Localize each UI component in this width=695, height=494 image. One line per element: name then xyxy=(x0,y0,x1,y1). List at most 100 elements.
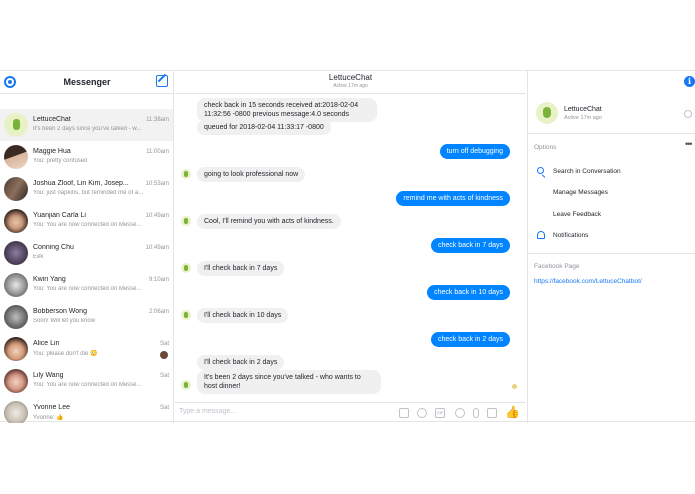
like-icon[interactable]: 👍 xyxy=(505,405,520,419)
conversation-time: 9:10am xyxy=(148,277,169,283)
conversation-preview: It's been 2 days since you've talked - w… xyxy=(33,126,142,132)
details-status: Active 17m ago xyxy=(564,115,602,121)
message-incoming: queued for 2018-02-04 11:33:17 -0800 xyxy=(197,120,331,135)
sidebar-title: Messenger xyxy=(63,77,111,87)
message-incoming: I'll check back in 10 days xyxy=(197,308,289,323)
conversation-time: Sat xyxy=(159,341,169,347)
avatar xyxy=(4,145,28,169)
message-input[interactable] xyxy=(179,408,379,415)
conversation-preview: Eek xyxy=(33,254,44,260)
conversation-item[interactable]: LettuceChat It's been 2 days since you'v… xyxy=(0,109,173,141)
conversation-preview: Yvonne: 👍 xyxy=(33,415,64,421)
conversation-name: Lily Wang xyxy=(33,372,64,379)
conversation-preview: You: just napkins, but reminded me of a.… xyxy=(33,190,144,196)
conversation-item[interactable]: Maggie Hua You: pretty confused 11:00am xyxy=(0,141,173,173)
avatar xyxy=(4,241,28,265)
more-icon[interactable]: ••• xyxy=(685,139,693,149)
seen-indicator xyxy=(512,384,517,389)
conversation-item[interactable]: Lily Wang You: You are now connected on … xyxy=(0,365,173,397)
conversation-time: 2:06am xyxy=(148,309,169,315)
settings-gear-icon[interactable] xyxy=(684,110,692,118)
message-incoming: Cool, I'll remind you with acts of kindn… xyxy=(197,214,341,229)
search-icon xyxy=(537,167,544,174)
conversation-item[interactable]: Kwiri Yang You: You are now connected on… xyxy=(0,269,173,301)
avatar xyxy=(4,113,28,137)
conversation-name: LettuceChat xyxy=(33,116,71,123)
bot-avatar xyxy=(181,169,191,179)
messenger-app: Messenger LettuceChat It's been 2 days s… xyxy=(0,70,695,423)
details-panel: LettuceChat Active 17m ago Options ••• S… xyxy=(527,71,695,423)
conversation-name: Bobberson Wong xyxy=(33,308,87,315)
emoji-icon[interactable] xyxy=(455,408,465,418)
bot-avatar xyxy=(181,310,191,320)
facebook-page-label: Facebook Page xyxy=(534,263,580,270)
bell-icon xyxy=(537,231,545,239)
option-leave-feedback[interactable]: Leave Feedback xyxy=(553,211,601,218)
conversation-sidebar: Messenger LettuceChat It's been 2 days s… xyxy=(0,71,174,423)
avatar xyxy=(4,337,28,361)
sticker-icon[interactable] xyxy=(399,408,409,418)
avatar xyxy=(4,177,28,201)
divider xyxy=(528,253,695,254)
message-incoming: I'll check back in 7 days xyxy=(197,261,285,276)
conversation-time: Sat xyxy=(159,373,169,379)
option-notifications[interactable]: Notifications xyxy=(553,232,588,239)
bot-avatar xyxy=(181,380,191,390)
chat-status: Active 17m ago xyxy=(333,83,368,89)
microphone-icon[interactable] xyxy=(473,408,479,418)
message-incoming: check back in 15 seconds received at:201… xyxy=(197,98,377,122)
conversation-name: Maggie Hua xyxy=(33,148,71,155)
conversation-time: 10:49am xyxy=(145,245,169,251)
conversation-item[interactable]: Yuanjian Carla Li You: You are now conne… xyxy=(0,205,173,237)
message-incoming: It's been 2 days since you've talked - w… xyxy=(197,370,381,394)
message-outgoing: check back in 10 days xyxy=(427,285,510,300)
conversation-preview: You: pretty confused xyxy=(33,158,88,164)
conversation-time: Sat xyxy=(159,405,169,411)
message-outgoing: remind me with acts of kindness xyxy=(396,191,510,206)
conversation-preview: You: You are now connected on Messe... xyxy=(33,286,142,292)
conversation-preview: You: You are now connected on Messe... xyxy=(33,382,142,388)
conversation-item[interactable]: Joshua Zloof, Lin Kim, Josep... You: jus… xyxy=(0,173,173,205)
emoji-sticker-icon[interactable] xyxy=(417,408,427,418)
conversation-preview: You: please don't die 😳 xyxy=(33,351,98,357)
avatar xyxy=(4,369,28,393)
conversation-item[interactable]: Bobberson Wong Soon! Will let you know 2… xyxy=(0,301,173,333)
avatar xyxy=(4,209,28,233)
info-icon[interactable]: i xyxy=(684,76,695,87)
chat-panel: LettuceChat Active 17m ago check back in… xyxy=(175,71,526,423)
conversation-item[interactable]: Yvonne Lee Yvonne: 👍 Sat xyxy=(0,397,173,423)
conversation-name: Yvonne Lee xyxy=(33,404,70,411)
facebook-page-link[interactable]: https://facebook.com/LettuceChatbot/ xyxy=(534,278,642,285)
conversation-time: 10:49am xyxy=(145,213,169,219)
chat-title: LettuceChat xyxy=(328,73,373,82)
conversation-preview: Soon! Will let you know xyxy=(33,318,96,324)
bot-avatar xyxy=(536,102,558,124)
conversation-name: Kwiri Yang xyxy=(33,276,66,283)
conversation-time: 11:38am xyxy=(146,117,169,123)
message-incoming: going to look professional now xyxy=(197,167,306,182)
option-manage-messages[interactable]: Manage Messages xyxy=(553,189,608,196)
compose-icon[interactable] xyxy=(156,75,168,87)
chat-header: LettuceChat Active 17m ago xyxy=(175,71,526,94)
conversation-name: Conning Chu xyxy=(33,244,74,251)
camera-icon[interactable] xyxy=(487,408,497,418)
options-label: Options xyxy=(534,144,557,151)
conversation-item[interactable]: Conning Chu Eek 10:49am xyxy=(0,237,173,269)
option-search-in-conversation[interactable]: Search in Conversation xyxy=(553,168,621,175)
message-incoming: I'll check back in 2 days xyxy=(197,355,285,370)
details-header: LettuceChat Active 17m ago xyxy=(528,94,695,134)
conversation-time: 11:00am xyxy=(146,149,169,155)
conversation-time: 10:53am xyxy=(145,181,169,187)
gif-icon[interactable]: GIF xyxy=(435,408,445,418)
conversation-name: Alice Lin xyxy=(33,340,60,347)
message-composer: GIF 👍 xyxy=(175,402,526,423)
sidebar-header: Messenger xyxy=(0,71,173,94)
message-outgoing: check back in 2 days xyxy=(431,332,510,347)
conversation-preview: You: You are now connected on Messe... xyxy=(33,222,142,228)
conversation-item[interactable]: Alice Lin You: please don't die 😳 Sat xyxy=(0,333,173,365)
message-outgoing: turn off debugging xyxy=(439,144,510,159)
avatar xyxy=(4,401,28,423)
bot-avatar xyxy=(181,216,191,226)
avatar xyxy=(4,305,28,329)
details-name: LettuceChat xyxy=(564,106,602,113)
